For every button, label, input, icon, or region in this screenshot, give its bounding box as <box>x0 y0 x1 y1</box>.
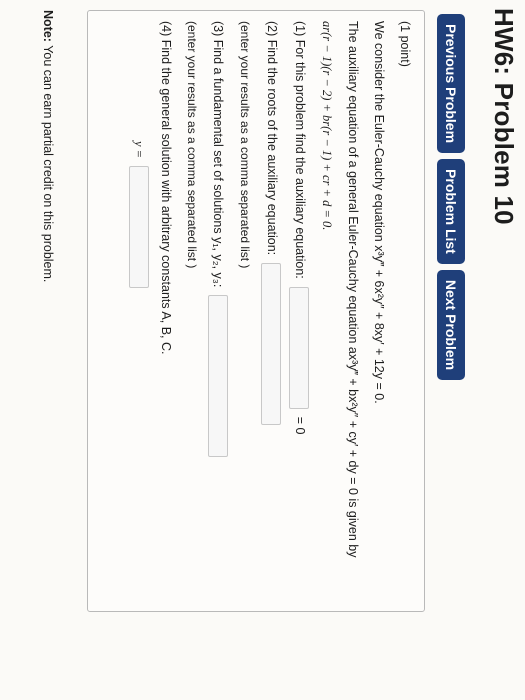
aux-equation-line-2: ar(r − 1)(r − 2) + br(r − 1) + cr + d = … <box>319 21 334 231</box>
y-equals-label: y = <box>131 141 146 159</box>
question-4: (4) Find the general solution with arbit… <box>158 21 173 355</box>
question-2-suffix: (enter your results as a comma separated… <box>238 21 253 269</box>
roots-input[interactable] <box>261 263 282 426</box>
question-3-row: (3) Find a fundamental set of solutions … <box>208 21 229 601</box>
partial-credit-note: Note: You can earn partial credit on thi… <box>41 10 55 282</box>
general-solution-input[interactable] <box>128 166 149 289</box>
question-2: (2) Find the roots of the auxiliary equa… <box>264 21 279 256</box>
page: HW6: Problem 10 Previous Problem Problem… <box>0 0 525 700</box>
fundamental-set-input[interactable] <box>208 295 229 458</box>
problem-box: (1 point) We consider the Euler-Cauchy e… <box>87 10 425 612</box>
question-3-suffix: (enter your results as a comma separated… <box>185 21 200 269</box>
aux-equation-line-1: The auxiliary equation of a general Eule… <box>345 21 360 558</box>
question-1-row: (1) For this problem find the auxiliary … <box>289 21 310 601</box>
problem-list-button[interactable]: Problem List <box>437 159 465 264</box>
problem-nav: Previous Problem Problem List Next Probl… <box>437 14 465 381</box>
note-text: You can earn partial credit on this prob… <box>41 45 55 283</box>
note-label: Note: <box>41 10 55 42</box>
problem-intro: We consider the Euler-Cauchy equation x³… <box>371 21 386 404</box>
previous-problem-button[interactable]: Previous Problem <box>437 14 465 154</box>
aux-equation-input[interactable] <box>289 286 310 409</box>
page-title: HW6: Problem 10 <box>489 8 519 225</box>
question-3: (3) Find a fundamental set of solutions … <box>211 21 226 288</box>
question-1-suffix: = 0 <box>292 416 307 435</box>
points: (1 point) <box>398 21 412 67</box>
question-4-row: y = <box>128 21 149 601</box>
problem-content: (1 point) We consider the Euler-Cauchy e… <box>121 21 414 601</box>
question-2-row: (2) Find the roots of the auxiliary equa… <box>261 21 282 601</box>
next-problem-button[interactable]: Next Problem <box>437 269 465 381</box>
question-1: (1) For this problem find the auxiliary … <box>292 21 307 279</box>
